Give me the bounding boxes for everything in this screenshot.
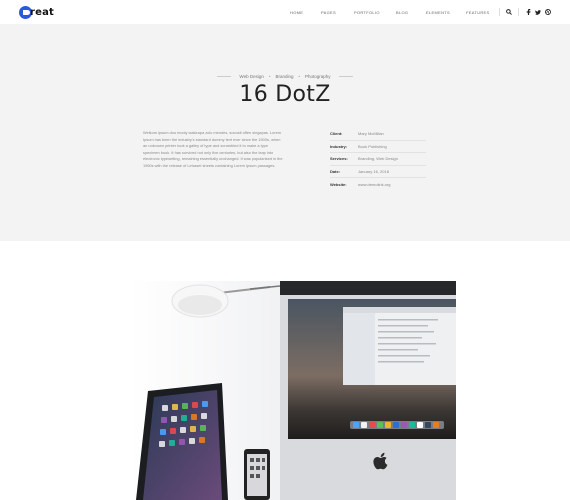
- twitter-icon[interactable]: [534, 8, 542, 16]
- header-divider: [518, 8, 519, 16]
- separator-dot: •: [298, 74, 301, 79]
- nav-item-portfolio[interactable]: PORTFOLIO: [354, 10, 380, 15]
- detail-row: Client: Mary McMillan: [330, 128, 426, 141]
- page-title: 16 DotZ: [239, 82, 331, 107]
- detail-label: Date:: [330, 168, 341, 174]
- site-header: reat HOME PAGES PORTFOLIO BLOG ELEMENTS …: [0, 0, 570, 24]
- project-photo: [130, 281, 456, 500]
- nav-item-pages[interactable]: PAGES: [321, 10, 336, 15]
- detail-label: Client:: [330, 131, 343, 137]
- detail-row: Industry: Book Publishing: [330, 141, 426, 153]
- detail-value: Mary McMillan: [358, 131, 384, 137]
- nav-item-features[interactable]: FEATURES: [466, 10, 489, 15]
- project-categories: Web Design • Branding • Photography: [0, 74, 570, 79]
- logo-text: reat: [30, 6, 55, 18]
- header-divider: [499, 8, 500, 16]
- category-link[interactable]: Branding: [275, 74, 293, 79]
- category-link[interactable]: Web Design: [239, 74, 263, 79]
- project-description: Welkom ipsum doo mooly wakirapa zolo men…: [143, 130, 283, 168]
- detail-label: Website:: [330, 181, 347, 187]
- logo[interactable]: reat: [19, 5, 54, 19]
- nav-item-home[interactable]: HOME: [290, 10, 303, 15]
- facebook-icon[interactable]: [524, 8, 532, 16]
- detail-value: January 16, 2018: [358, 168, 389, 174]
- detail-row: Date: January 16, 2018: [330, 166, 426, 178]
- detail-value: Book Publishing: [358, 143, 387, 149]
- detail-label: Services:: [330, 156, 348, 162]
- detail-label: Industry:: [330, 143, 348, 149]
- dribbble-icon[interactable]: [544, 8, 552, 16]
- project-details: Client: Mary McMillan Industry: Book Pub…: [330, 128, 426, 191]
- detail-value: Branding, Web Design: [358, 156, 398, 162]
- detail-row: Website: www.demolink.org: [330, 178, 426, 191]
- category-link[interactable]: Photography: [305, 74, 331, 79]
- nav-item-elements[interactable]: ELEMENTS: [426, 10, 450, 15]
- divider: [217, 76, 232, 77]
- search-icon[interactable]: [505, 8, 513, 16]
- divider: [338, 76, 353, 77]
- project-hero: Web Design • Branding • Photography 16 D…: [0, 24, 570, 241]
- nav-item-blog[interactable]: BLOG: [396, 10, 408, 15]
- detail-value[interactable]: www.demolink.org: [358, 182, 390, 187]
- separator-dot: •: [268, 74, 271, 79]
- detail-row: Services: Branding, Web Design: [330, 153, 426, 166]
